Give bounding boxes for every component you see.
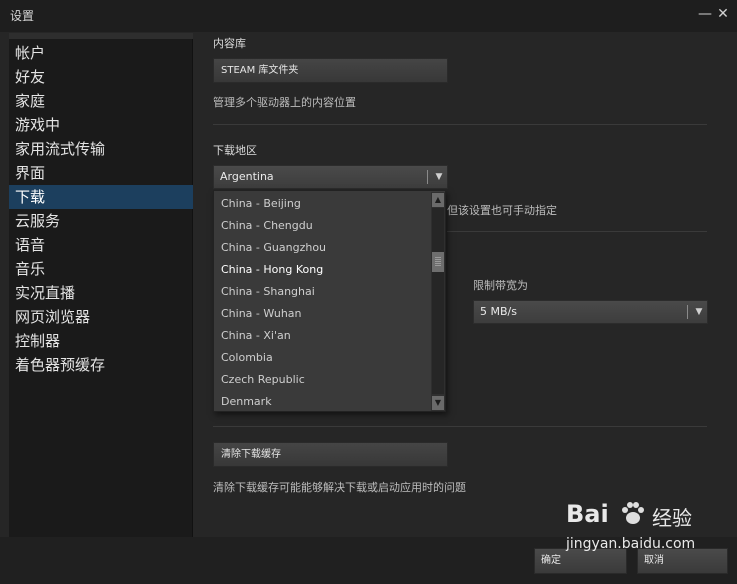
download-region-hint: 但该设置也可手动指定: [447, 204, 557, 217]
sidebar-item-in-game[interactable]: 游戏中: [9, 113, 193, 137]
scrollbar-track[interactable]: [432, 208, 444, 394]
paw-icon: [622, 502, 644, 524]
scroll-down-icon[interactable]: ▼: [432, 396, 444, 410]
library-description: 管理多个驱动器上的内容位置: [213, 96, 356, 109]
scrollbar-thumb[interactable]: [432, 252, 444, 272]
chevron-down-icon: ▼: [695, 307, 703, 317]
dropdown-option[interactable]: China - Beijing: [214, 193, 430, 215]
sidebar-item-shader-cache[interactable]: 着色器预缓存: [9, 353, 193, 377]
watermark-logo-text: Bai: [566, 500, 609, 528]
divider: [447, 231, 707, 232]
download-region-value: Argentina: [220, 170, 274, 183]
bandwidth-limit-select[interactable]: 5 MB/s ▼: [473, 300, 708, 324]
divider: [213, 124, 707, 125]
watermark-brand: 经验: [652, 506, 692, 530]
download-region-title: 下载地区: [213, 144, 257, 157]
sidebar-item-downloads[interactable]: 下载: [9, 185, 193, 209]
bandwidth-limit-value: 5 MB/s: [480, 305, 517, 318]
grip-icon: [435, 257, 441, 267]
sidebar-item-broadcasting[interactable]: 实况直播: [9, 281, 193, 305]
dropdown-scrollbar[interactable]: ▲ ▼: [431, 192, 445, 411]
watermark-url: jingyan.baidu.com: [566, 536, 696, 552]
sidebar-item-controller[interactable]: 控制器: [9, 329, 193, 353]
library-section-title: 内容库: [213, 37, 246, 50]
clear-cache-description: 清除下载缓存可能能够解决下载或启动应用时的问题: [213, 481, 466, 494]
dropdown-option[interactable]: Colombia: [214, 347, 430, 369]
steam-library-folders-button[interactable]: STEAM 库文件夹: [213, 58, 448, 83]
sidebar-item-music[interactable]: 音乐: [9, 257, 193, 281]
dropdown-option-highlighted[interactable]: China - Hong Kong: [214, 259, 430, 281]
sidebar-item-voice[interactable]: 语音: [9, 233, 193, 257]
title-bar: 设置 — ✕: [0, 0, 737, 32]
sidebar-top-strip: [9, 33, 193, 39]
download-region-dropdown-list[interactable]: China - Beijing China - Chengdu China - …: [213, 190, 446, 412]
minimize-button[interactable]: —: [696, 3, 714, 25]
dropdown-option[interactable]: Czech Republic: [214, 369, 430, 391]
sidebar-item-friends[interactable]: 好友: [9, 65, 193, 89]
dropdown-option[interactable]: China - Wuhan: [214, 303, 430, 325]
baidu-jingyan-watermark: Bai 经验 jingyan.baidu.com: [560, 498, 730, 568]
select-separator: [687, 305, 688, 319]
sidebar-item-web-browser[interactable]: 网页浏览器: [9, 305, 193, 329]
dropdown-option[interactable]: Denmark: [214, 391, 430, 413]
window-title: 设置: [10, 9, 35, 23]
sidebar-item-remote-play[interactable]: 家用流式传输: [9, 137, 193, 161]
settings-sidebar: 帐户 好友 家庭 游戏中 家用流式传输 界面 下载 云服务 语音 音乐 实况直播…: [9, 33, 193, 537]
divider: [213, 426, 707, 427]
sidebar-item-cloud[interactable]: 云服务: [9, 209, 193, 233]
dropdown-option[interactable]: China - Shanghai: [214, 281, 430, 303]
sidebar-item-interface[interactable]: 界面: [9, 161, 193, 185]
download-region-select[interactable]: Argentina ▼: [213, 165, 448, 189]
close-button[interactable]: ✕: [714, 3, 732, 25]
bandwidth-limit-label: 限制带宽为: [473, 279, 528, 292]
scroll-up-icon[interactable]: ▲: [432, 193, 444, 207]
sidebar-item-account[interactable]: 帐户: [9, 41, 193, 65]
dropdown-option[interactable]: China - Guangzhou: [214, 237, 430, 259]
dropdown-option[interactable]: China - Xi'an: [214, 325, 430, 347]
sidebar-item-family[interactable]: 家庭: [9, 89, 193, 113]
select-separator: [427, 170, 428, 184]
chevron-down-icon: ▼: [435, 172, 443, 182]
dropdown-option[interactable]: China - Chengdu: [214, 215, 430, 237]
clear-download-cache-button[interactable]: 清除下载缓存: [213, 442, 448, 467]
